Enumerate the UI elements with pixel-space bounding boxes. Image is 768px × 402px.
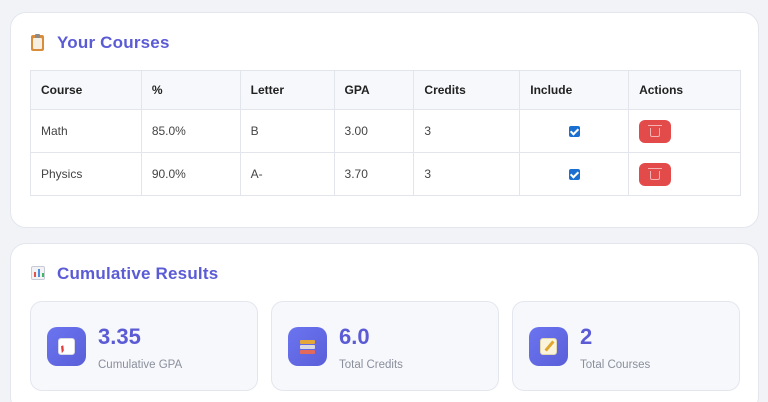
column-header-credits: Credits	[413, 70, 521, 110]
cell-credits: 3	[413, 109, 521, 153]
column-header-letter: Letter	[239, 70, 335, 110]
trash-icon	[648, 124, 663, 137]
column-header-include: Include	[519, 70, 630, 110]
chart-increasing-icon	[58, 338, 75, 355]
cell-credits: 3	[413, 152, 521, 196]
stat-card-gpa: 3.35 Cumulative GPA	[30, 301, 258, 391]
column-header-gpa: GPA	[333, 70, 415, 110]
cell-letter: B	[239, 109, 335, 153]
column-header-course: Course	[30, 70, 142, 110]
stat-value: 3.35	[98, 324, 141, 349]
cell-actions	[628, 152, 741, 196]
bar-chart-icon	[31, 266, 47, 282]
stat-label: Total Credits	[339, 359, 403, 371]
include-checkbox[interactable]	[568, 169, 580, 181]
include-checkbox[interactable]	[568, 126, 580, 138]
courses-title-text: Your Courses	[57, 33, 170, 52]
results-title: Cumulative Results	[31, 264, 218, 284]
cell-course: Physics	[30, 152, 142, 196]
cell-gpa: 3.00	[333, 109, 415, 153]
cell-percent: 90.0%	[140, 152, 241, 196]
cell-include	[519, 152, 630, 196]
stat-value: 2	[580, 324, 593, 349]
trash-icon	[648, 167, 663, 180]
results-card: Cumulative Results 3.35 Cumulative GPA 6…	[10, 243, 759, 402]
stat-icon-box	[47, 327, 86, 366]
table-header-row: Course % Letter GPA Credits Include Acti…	[30, 70, 741, 110]
cell-gpa: 3.70	[333, 152, 415, 196]
courses-title: Your Courses	[31, 33, 170, 53]
cell-include	[519, 109, 630, 153]
stat-label: Total Courses	[580, 359, 651, 371]
cell-course: Math	[30, 109, 142, 153]
results-title-text: Cumulative Results	[57, 264, 219, 283]
delete-button[interactable]	[639, 119, 672, 143]
table-row: Math 85.0% B 3.00 3	[30, 109, 741, 153]
cell-actions	[628, 109, 741, 153]
clipboard-icon	[31, 34, 47, 51]
stat-label: Cumulative GPA	[98, 359, 183, 371]
stat-value: 6.0	[339, 324, 370, 349]
cell-letter: A-	[239, 152, 335, 196]
stat-card-credits: 6.0 Total Credits	[271, 301, 499, 391]
stat-icon-box	[529, 327, 568, 366]
cell-percent: 85.0%	[140, 109, 241, 153]
memo-icon	[540, 338, 557, 355]
column-header-percent: %	[140, 70, 241, 110]
table-row: Physics 90.0% A- 3.70 3	[30, 152, 741, 196]
courses-card: Your Courses Course % Letter GPA Credits…	[10, 12, 759, 228]
books-icon	[299, 338, 316, 355]
stat-icon-box	[288, 327, 327, 366]
column-header-actions: Actions	[628, 70, 741, 110]
courses-table: Course % Letter GPA Credits Include Acti…	[30, 70, 741, 196]
stat-card-courses: 2 Total Courses	[512, 301, 740, 391]
delete-button[interactable]	[639, 162, 672, 186]
